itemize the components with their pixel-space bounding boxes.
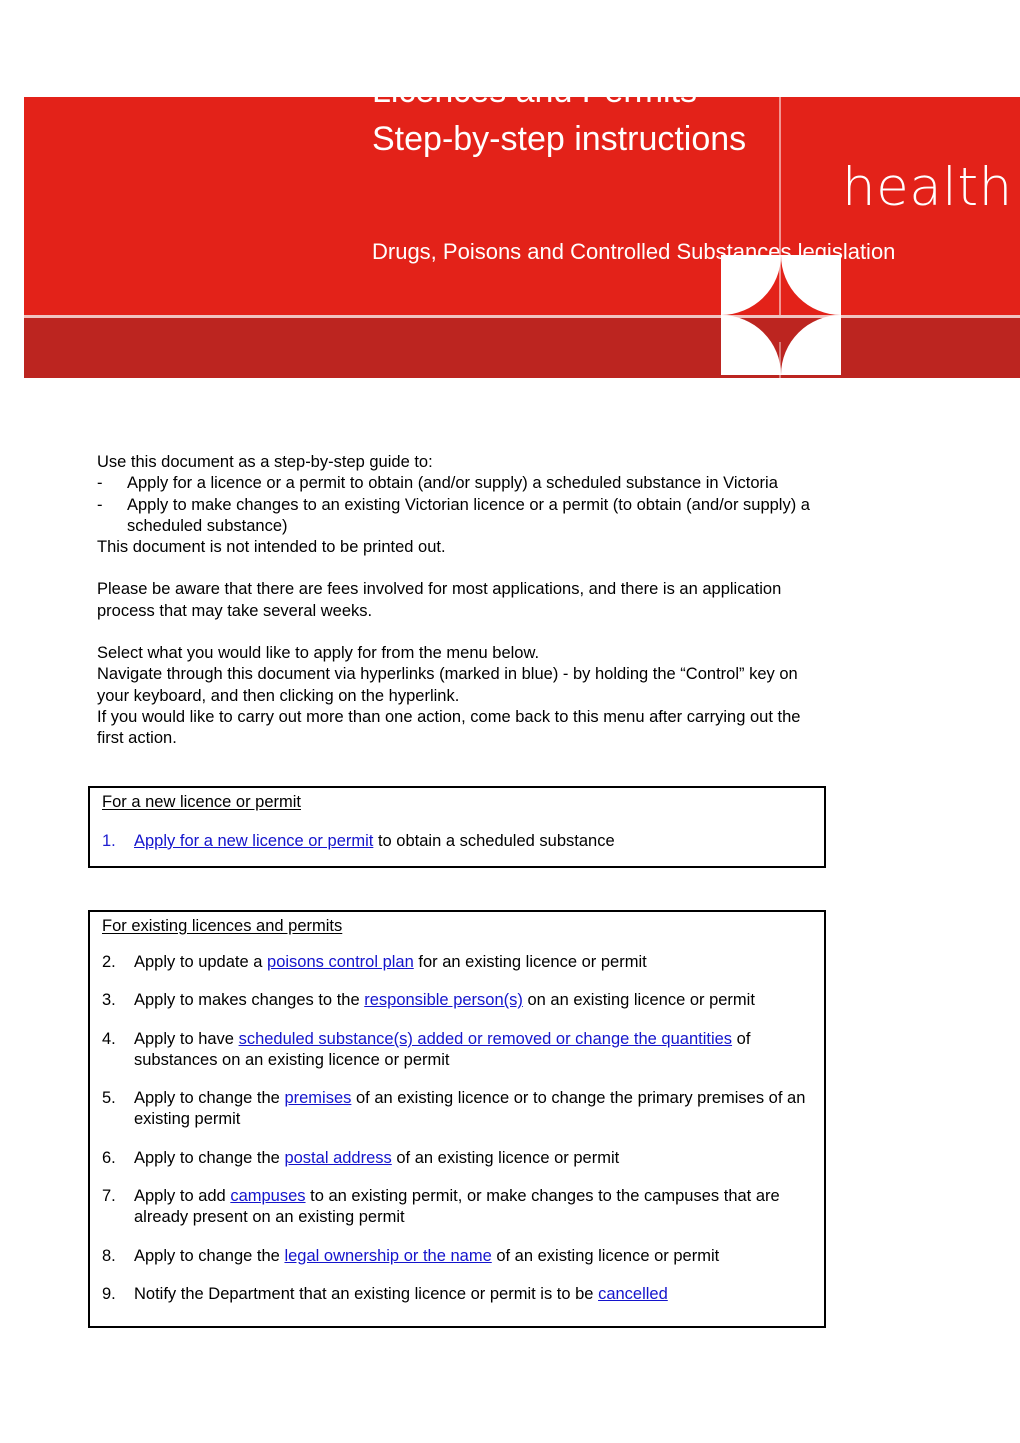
- banner-lower-band: [24, 318, 1020, 378]
- intro-navigate-note: Navigate through this document via hyper…: [97, 665, 798, 705]
- sparkle-ray-lower-icon: [779, 342, 781, 378]
- menu-item-hyperlink[interactable]: Apply for a new licence or permit: [134, 832, 373, 850]
- menu-box-new-licence-heading: For a new licence or permit: [102, 793, 301, 811]
- menu-list-new-licence: 1. Apply for a new licence or permit to o…: [102, 831, 812, 852]
- menu-item-text: Notify the Department that an existing l…: [134, 1284, 812, 1305]
- menu-item-number: 7.: [102, 1187, 116, 1206]
- intro-lead: Use this document as a step-by-step guid…: [97, 453, 433, 471]
- menu-item-prefix: Apply to add: [134, 1187, 231, 1206]
- bullet-marker: -: [97, 495, 103, 514]
- menu-box-existing-licences-heading: For existing licences and permits: [102, 917, 343, 935]
- intro-select-note: Select what you would like to apply for …: [97, 644, 540, 663]
- menu-item-number: 8.: [102, 1246, 116, 1265]
- menu-item[interactable]: 3. Apply to makes changes to the responsi…: [102, 990, 812, 1011]
- menu-item-suffix: of an existing licence or permit: [391, 1148, 620, 1167]
- menu-item[interactable]: 9. Notify the Department that an existing…: [102, 1284, 812, 1305]
- health-logo: health: [842, 157, 1013, 218]
- document-title-line-2: Step-by-step instructions: [372, 120, 747, 158]
- menu-item-text: Apply to change the premises of an exist…: [134, 1088, 812, 1131]
- intro-bullet-1-text: Apply for a licence or a permit to obtai…: [127, 474, 778, 493]
- intro-content: Use this document as a step-by-step guid…: [97, 452, 817, 750]
- menu-item-number: 1.: [102, 832, 116, 850]
- menu-item-text: Apply to change the legal ownership or t…: [134, 1246, 812, 1267]
- menu-item[interactable]: 6. Apply to change the postal address of …: [102, 1148, 812, 1169]
- menu-item-hyperlink[interactable]: responsible person(s): [364, 991, 523, 1009]
- menu-list-existing-licences: 2. Apply to update a poisons control plan…: [102, 952, 812, 1305]
- menu-item-suffix: on an existing licence or permit: [522, 991, 755, 1010]
- menu-item[interactable]: 4. Apply to have scheduled substance(s) a…: [102, 1029, 812, 1072]
- intro-not-printed: This document is not intended to be prin…: [97, 538, 446, 557]
- menu-item-hyperlink[interactable]: campuses: [230, 1187, 305, 1205]
- menu-item-text: Apply to have scheduled substance(s) add…: [134, 1029, 812, 1072]
- menu-item-hyperlink[interactable]: postal address: [284, 1149, 391, 1167]
- intro-return-note: If you would like to carry out more than…: [97, 707, 801, 748]
- menu-item-prefix: Apply to change the: [134, 1148, 285, 1167]
- menu-item-number: 2.: [102, 953, 116, 971]
- menu-item-text: Apply to add campuses to an existing per…: [134, 1186, 812, 1229]
- menu-item[interactable]: 5. Apply to change the premises of an exi…: [102, 1088, 812, 1131]
- menu-item-hyperlink[interactable]: poisons control plan: [267, 953, 414, 971]
- document-title-line-1: Licences and Permits: [372, 97, 697, 110]
- document-header-banner: Licences and Permits Step-by-step instru…: [24, 97, 1020, 378]
- bullet-marker: -: [97, 474, 103, 493]
- menu-item[interactable]: 1. Apply for a new licence or permit to o…: [102, 831, 812, 852]
- intro-fees-note: Please be aware that there are fees invo…: [97, 580, 782, 620]
- menu-item-suffix: to obtain a scheduled substance: [373, 832, 615, 850]
- menu-item-prefix: Apply to update a: [134, 953, 268, 971]
- intro-bullet-1: - Apply for a licence or a permit to obt…: [97, 473, 817, 494]
- menu-item[interactable]: 7. Apply to add campuses to an existing p…: [102, 1186, 812, 1229]
- menu-box-new-licence: For a new licence or permit 1. Apply for …: [88, 786, 826, 868]
- menu-box-existing-licences: For existing licences and permits 2. Appl…: [88, 910, 826, 1328]
- menu-item-prefix: Notify the Department that an existing l…: [134, 1284, 599, 1303]
- menu-item-text: Apply to change the postal address of an…: [134, 1148, 812, 1169]
- intro-bullet-2-text: Apply to make changes to an existing Vic…: [127, 495, 810, 535]
- menu-item[interactable]: 8. Apply to change the legal ownership or…: [102, 1246, 812, 1267]
- menu-item-prefix: Apply to have: [134, 1029, 239, 1048]
- menu-item-prefix: Apply to change the: [134, 1246, 285, 1265]
- menu-item-prefix: Apply to makes changes to the: [134, 991, 365, 1010]
- intro-bullet-2: - Apply to make changes to an existing V…: [97, 495, 817, 538]
- menu-item-number: 9.: [102, 1284, 116, 1303]
- menu-item-text: Apply to update a poisons control plan f…: [134, 952, 812, 973]
- menu-item-suffix: of an existing licence or permit: [491, 1246, 720, 1265]
- menu-item-text: Apply to makes changes to the responsibl…: [134, 990, 812, 1011]
- document-subtitle: Drugs, Poisons and Controlled Substances…: [372, 239, 896, 264]
- menu-item-text: Apply for a new licence or permit to obt…: [134, 831, 812, 852]
- menu-item-number: 3.: [102, 991, 116, 1010]
- menu-item-hyperlink[interactable]: premises: [284, 1089, 351, 1107]
- menu-item-hyperlink[interactable]: scheduled substance(s) added or removed …: [239, 1030, 732, 1048]
- menu-item-hyperlink[interactable]: legal ownership or the name: [284, 1247, 491, 1265]
- menu-item-suffix: for an existing licence or permit: [413, 953, 647, 971]
- menu-item-number: 5.: [102, 1089, 116, 1108]
- menu-item-prefix: Apply to change the: [134, 1089, 285, 1108]
- menu-item-hyperlink[interactable]: cancelled: [598, 1285, 668, 1303]
- document-title: Licences and Permits Step-by-step instru…: [372, 97, 1012, 163]
- menu-item[interactable]: 2. Apply to update a poisons control plan…: [102, 952, 812, 973]
- menu-item-number: 4.: [102, 1029, 116, 1048]
- menu-item-number: 6.: [102, 1148, 116, 1167]
